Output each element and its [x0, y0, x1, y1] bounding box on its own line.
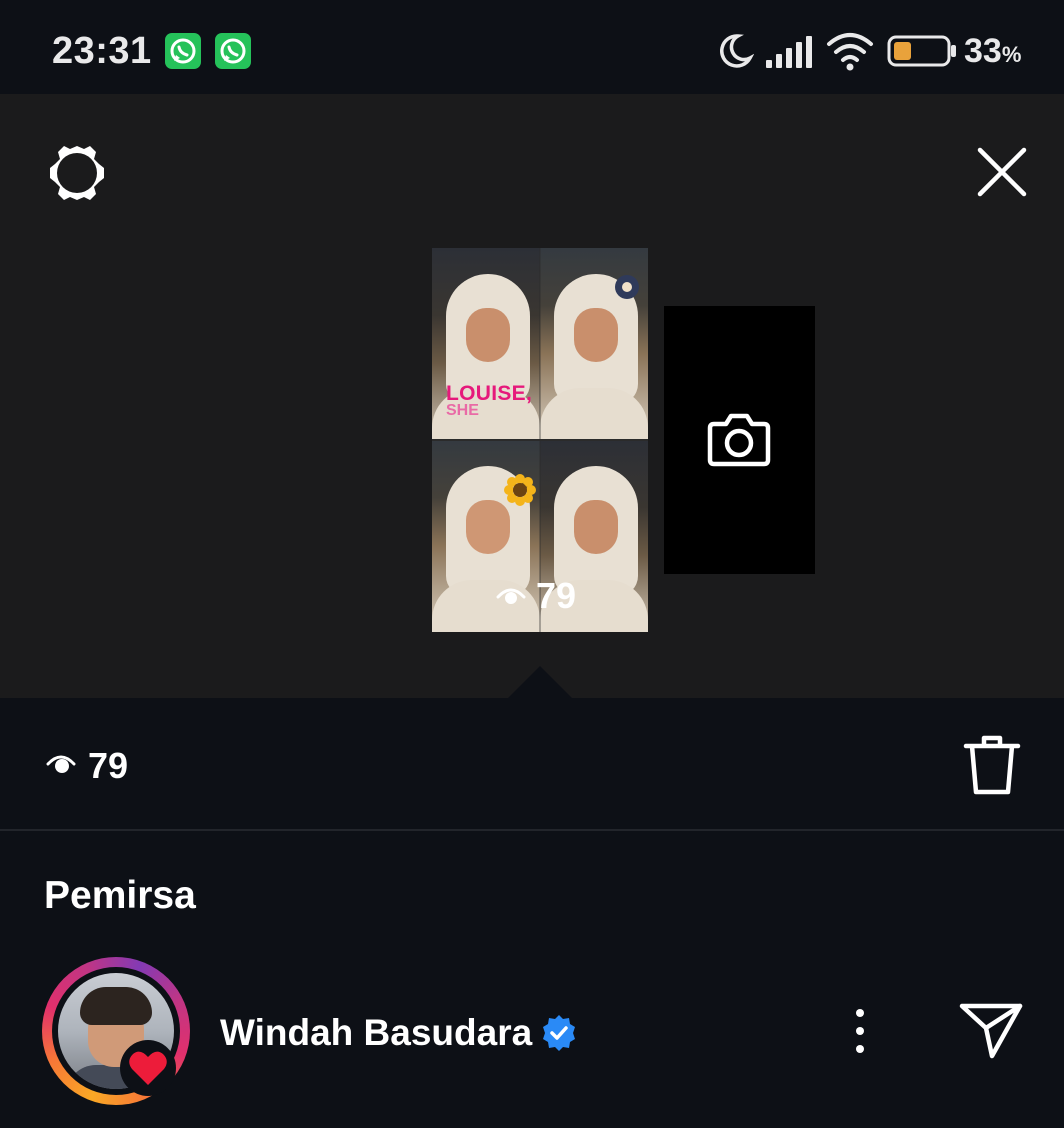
battery-percent: 33% — [964, 32, 1022, 70]
sunflower-sticker-icon — [504, 474, 536, 506]
viewers-title: Pemirsa — [44, 874, 196, 917]
viewer-name[interactable]: Windah Basudara — [220, 1012, 532, 1054]
send-icon[interactable] — [958, 1000, 1024, 1060]
flower-sticker-icon — [615, 275, 639, 299]
gear-icon[interactable] — [44, 140, 110, 206]
battery-icon — [887, 35, 956, 67]
eye-icon — [46, 755, 76, 773]
whatsapp-icon — [165, 33, 201, 69]
verified-badge-icon — [543, 1015, 575, 1051]
whatsapp-icon — [215, 33, 251, 69]
divider — [0, 829, 1064, 831]
close-icon[interactable] — [974, 144, 1030, 200]
eye-icon — [496, 588, 526, 604]
view-count: 79 — [88, 745, 129, 786]
camera-icon[interactable] — [706, 408, 772, 470]
signal-icon — [766, 36, 812, 68]
trash-icon[interactable] — [962, 732, 1022, 798]
status-bar: 23:31 33% — [0, 0, 1064, 94]
wifi-icon — [827, 33, 873, 71]
heart-icon — [129, 1051, 167, 1085]
story-overlay-subtext: SHE — [446, 402, 479, 419]
thumbnail-view-count: 79 — [496, 574, 576, 618]
selected-story-caret — [508, 666, 572, 698]
moon-icon — [720, 34, 754, 68]
status-time: 23:31 — [52, 30, 152, 72]
story-stats-row — [0, 698, 1064, 830]
more-options-icon[interactable] — [848, 1006, 872, 1056]
